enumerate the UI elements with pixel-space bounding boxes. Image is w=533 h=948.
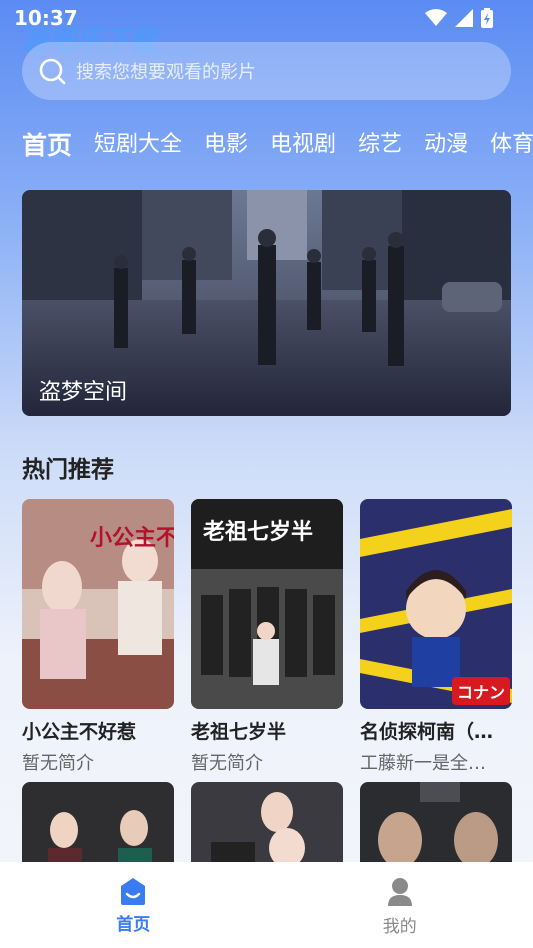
poster-title-text: コナン — [457, 683, 505, 702]
item-title: 老祖七岁半 — [191, 721, 287, 743]
recommend-grid: 小公主不好惹 小公主不好惹 暂无简介 老祖七岁半 老祖七岁半 暂无简介 — [22, 499, 512, 775]
poster-title-text: 老祖七岁半 — [202, 519, 313, 545]
tab-short-drama[interactable]: 短剧大全 — [94, 126, 182, 166]
section-title: 热门推荐 — [22, 457, 114, 483]
nav-mine-label: 我的 — [382, 917, 417, 937]
search-bar[interactable]: 搜索您想要观看的影片 — [22, 42, 511, 100]
item-desc: 工藤新一是全… — [360, 753, 486, 774]
tab-tv-series[interactable]: 电视剧 — [270, 126, 336, 166]
featured-banner[interactable]: 盗梦空间 — [22, 190, 511, 416]
item-title: 小公主不好惹 — [22, 721, 137, 743]
list-item[interactable]: 老祖七岁半 老祖七岁半 暂无简介 — [191, 499, 343, 775]
nav-home[interactable]: 首页 — [0, 862, 267, 948]
home-icon — [121, 878, 146, 905]
poster-title-text: 小公主不好惹 — [90, 525, 174, 551]
search-icon — [39, 58, 66, 85]
tab-anime[interactable]: 动漫 — [424, 126, 468, 166]
nav-home-label: 首页 — [116, 915, 151, 935]
user-icon — [387, 878, 412, 906]
tab-home[interactable]: 首页 — [22, 126, 72, 166]
bottom-nav: 首页 我的 — [0, 862, 533, 948]
tab-variety[interactable]: 综艺 — [358, 126, 402, 166]
poster-image[interactable] — [360, 782, 512, 872]
item-title: 名侦探柯南（… — [360, 721, 494, 743]
banner-title: 盗梦空间 — [39, 380, 128, 405]
list-item[interactable]: コナン 名侦探柯南（… 工藤新一是全… — [360, 499, 512, 775]
item-desc: 暂无简介 — [22, 753, 94, 774]
search-placeholder: 搜索您想要观看的影片 — [76, 62, 256, 83]
poster-image: コナン — [360, 499, 512, 709]
wifi-icon — [425, 9, 447, 26]
recommend-grid-row-2 — [22, 782, 512, 872]
tab-movie[interactable]: 电影 — [204, 126, 248, 166]
list-item[interactable]: 小公主不好惹 小公主不好惹 暂无简介 — [22, 499, 174, 775]
signal-icon — [455, 9, 473, 27]
tab-sports[interactable]: 体育 — [490, 126, 533, 166]
item-desc: 暂无简介 — [191, 753, 263, 774]
category-tabs: 首页 短剧大全 电影 电视剧 综艺 动漫 体育 — [22, 126, 533, 166]
poster-image: 老祖七岁半 — [191, 499, 343, 709]
poster-image[interactable] — [22, 782, 174, 872]
status-icons — [425, 8, 493, 28]
poster-image: 小公主不好惹 — [22, 499, 174, 709]
nav-mine[interactable]: 我的 — [267, 862, 533, 948]
poster-image[interactable] — [191, 782, 343, 872]
battery-icon — [481, 8, 493, 28]
